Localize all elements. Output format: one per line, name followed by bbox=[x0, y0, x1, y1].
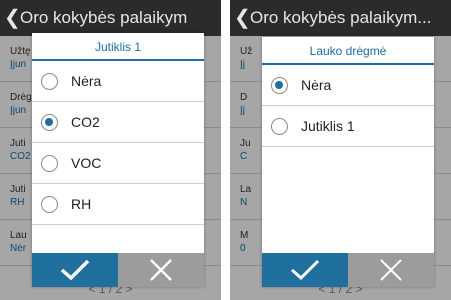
header: ❮ Oro kokybės palaikym bbox=[0, 0, 221, 36]
chevron-left-icon[interactable]: ❮ bbox=[4, 0, 21, 36]
screen-left: ❮ Oro kokybės palaikym Užtę Įjun Drėg Įj… bbox=[0, 0, 221, 300]
option-label: Nėra bbox=[71, 73, 102, 89]
outdoor-humidity-dialog: Lauko drėgmė Nėra Jutiklis 1 bbox=[262, 37, 434, 287]
ok-button[interactable] bbox=[32, 253, 118, 287]
option-label: Nėra bbox=[301, 77, 332, 93]
chevron-left-icon[interactable]: ❮ bbox=[234, 0, 251, 36]
dialog-title: Lauko drėgmė bbox=[262, 37, 434, 65]
sensor-select-dialog: Jutiklis 1 Nėra CO2 VOC RH bbox=[32, 33, 204, 287]
option-voc[interactable]: VOC bbox=[32, 143, 204, 184]
dialog-buttons bbox=[32, 253, 204, 287]
dialog-buttons bbox=[262, 253, 434, 287]
option-nera[interactable]: Nėra bbox=[32, 61, 204, 102]
radio-button-selected[interactable] bbox=[41, 114, 58, 131]
option-label: VOC bbox=[71, 155, 102, 171]
checkmark-icon bbox=[60, 259, 90, 281]
cancel-button[interactable] bbox=[348, 253, 434, 287]
screen-right: ❮ Oro kokybės palaikym... Už Įj D Įj Ju … bbox=[230, 0, 451, 300]
checkmark-icon bbox=[291, 259, 320, 281]
radio-button-selected[interactable] bbox=[271, 77, 288, 94]
option-co2[interactable]: CO2 bbox=[32, 102, 204, 143]
close-icon bbox=[380, 259, 402, 281]
radio-button[interactable] bbox=[271, 118, 288, 135]
radio-button[interactable] bbox=[41, 155, 58, 172]
ok-button[interactable] bbox=[262, 253, 348, 287]
radio-button[interactable] bbox=[41, 196, 58, 213]
option-nera[interactable]: Nėra bbox=[262, 65, 434, 106]
cancel-button[interactable] bbox=[118, 253, 204, 287]
header-title: Oro kokybės palaikym... bbox=[250, 8, 432, 27]
header: ❮ Oro kokybės palaikym... bbox=[230, 0, 451, 36]
header-title: Oro kokybės palaikym bbox=[20, 8, 188, 27]
close-icon bbox=[150, 259, 172, 281]
option-jutiklis-1[interactable]: Jutiklis 1 bbox=[262, 106, 434, 147]
option-rh[interactable]: RH bbox=[32, 184, 204, 225]
radio-button[interactable] bbox=[41, 73, 58, 90]
option-label: Jutiklis 1 bbox=[301, 118, 355, 134]
dialog-title: Jutiklis 1 bbox=[32, 33, 204, 61]
option-label: CO2 bbox=[71, 114, 100, 130]
option-label: RH bbox=[71, 196, 92, 212]
